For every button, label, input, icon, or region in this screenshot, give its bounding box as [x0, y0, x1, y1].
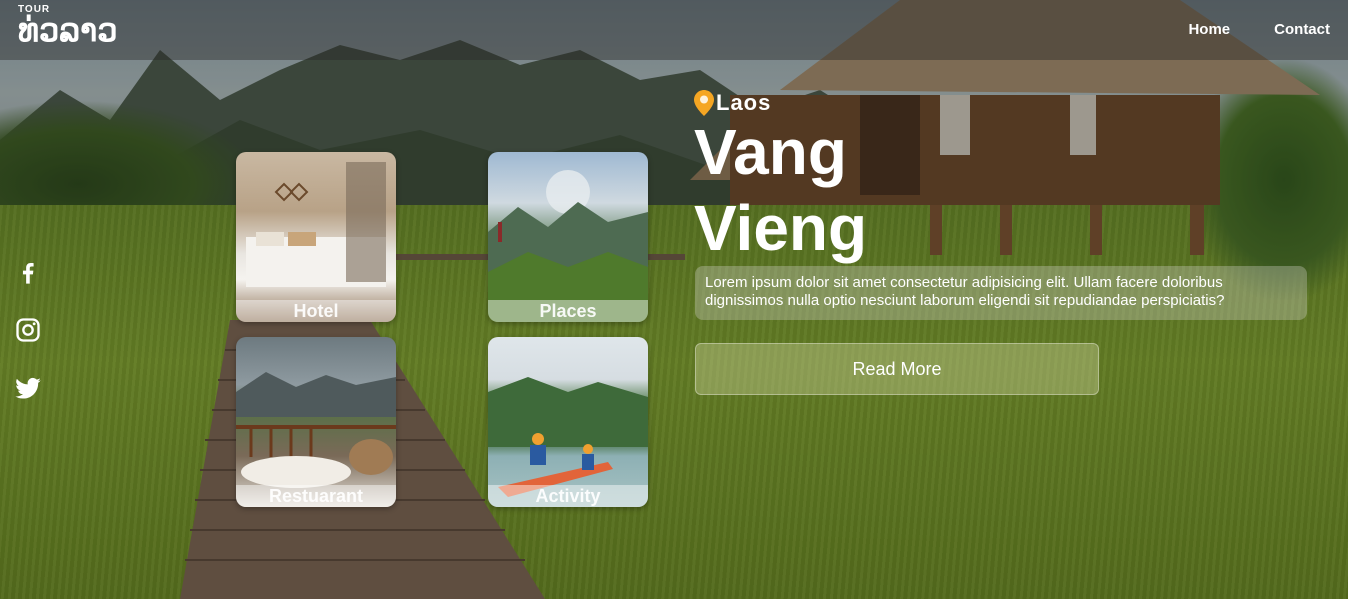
card-hotel-label: Hotel — [236, 300, 396, 322]
hotel-image — [236, 152, 396, 322]
card-hotel[interactable]: Hotel — [236, 152, 396, 322]
location-label: Laos — [716, 90, 772, 115]
hero-description: Lorem ipsum dolor sit amet consectetur a… — [695, 266, 1307, 320]
hero-title: Vang Vieng — [694, 114, 867, 266]
twitter-icon[interactable] — [14, 374, 42, 402]
card-activity[interactable]: Activity — [488, 337, 648, 507]
places-image — [488, 152, 648, 322]
read-more-button[interactable]: Read More — [695, 343, 1099, 395]
hero-section: Laos Vang Vieng — [694, 90, 867, 266]
top-navbar: TOUR ທ່ວລາວ Home Contact — [0, 0, 1348, 60]
site-logo[interactable]: TOUR ທ່ວລາວ — [18, 4, 117, 47]
hero-title-line1: Vang — [694, 116, 847, 188]
card-places[interactable]: Places — [488, 152, 648, 322]
social-links — [14, 258, 42, 402]
card-activity-label: Activity — [488, 485, 648, 507]
location-row: Laos — [694, 90, 867, 116]
instagram-icon[interactable] — [14, 316, 42, 344]
main-nav: Home Contact — [1188, 21, 1330, 38]
restaurant-image — [236, 337, 396, 507]
hero-title-line2: Vieng — [694, 192, 868, 264]
card-restaurant-label: Restuarant — [236, 485, 396, 507]
card-places-label: Places — [488, 300, 648, 322]
location-pin-icon — [694, 90, 714, 116]
card-restaurant[interactable]: Restuarant — [236, 337, 396, 507]
activity-image — [488, 337, 648, 507]
nav-home-link[interactable]: Home — [1188, 21, 1230, 38]
facebook-icon[interactable] — [14, 258, 42, 286]
nav-contact-link[interactable]: Contact — [1274, 21, 1330, 38]
logo-main-text: ທ່ວລາວ — [18, 11, 118, 49]
